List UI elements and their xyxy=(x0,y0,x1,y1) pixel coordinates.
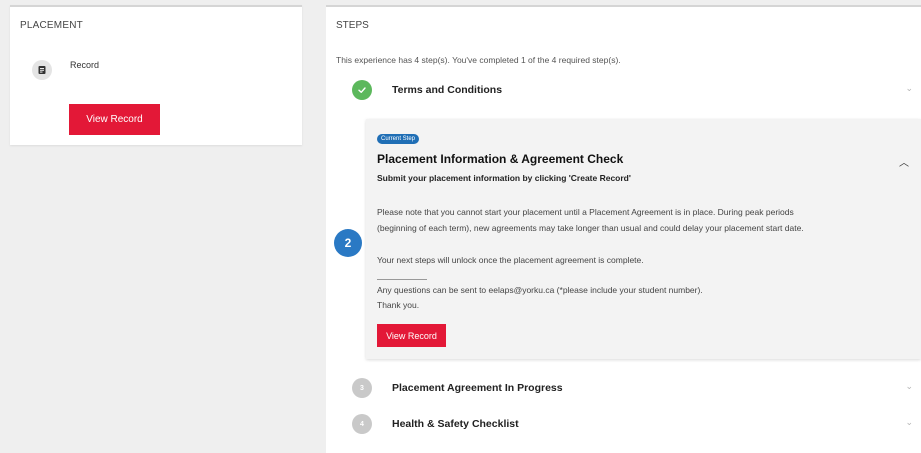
current-step-note-line2: (beginning of each term), new agreements… xyxy=(377,223,804,233)
chevron-up-icon[interactable]: ︿ xyxy=(899,154,909,169)
current-step-contact-note: Any questions can be sent to eelaps@york… xyxy=(377,285,703,295)
step-number: 3 xyxy=(352,378,372,398)
current-step-subtitle: Submit your placement information by cli… xyxy=(377,173,631,183)
current-step-badge: Current Step xyxy=(377,134,420,144)
current-step-view-record-button[interactable]: View Record xyxy=(377,324,446,347)
record-icon xyxy=(32,60,52,80)
view-record-button[interactable]: View Record xyxy=(69,104,160,135)
current-step-thanks: Thank you. xyxy=(377,300,420,310)
record-label: Record xyxy=(70,60,100,70)
current-step-card: Current Step Placement Information & Agr… xyxy=(366,119,921,359)
chevron-down-icon[interactable]: ⌄ xyxy=(905,83,913,94)
divider xyxy=(377,279,427,280)
step-terms-and-conditions[interactable]: Terms and Conditions ⌄ xyxy=(326,76,921,104)
placement-panel: PLACEMENT Record View Record xyxy=(10,5,302,145)
step-title: Placement Agreement In Progress xyxy=(392,382,563,394)
chevron-down-icon[interactable]: ⌄ xyxy=(905,381,913,392)
step-number-current: 2 xyxy=(334,229,362,257)
step-title: Terms and Conditions xyxy=(392,84,503,96)
step-health-safety[interactable]: 4 Health & Safety Checklist ⌄ xyxy=(326,410,921,438)
step-placement-agreement[interactable]: 3 Placement Agreement In Progress ⌄ xyxy=(326,374,921,402)
check-icon xyxy=(352,80,372,100)
current-step-unlock-note: Your next steps will unlock once the pla… xyxy=(377,255,644,265)
steps-panel: STEPS This experience has 4 step(s). You… xyxy=(326,5,921,453)
current-step-note-line1: Please note that you cannot start your p… xyxy=(377,207,794,217)
chevron-down-icon[interactable]: ⌄ xyxy=(905,417,913,428)
current-step-title: Placement Information & Agreement Check xyxy=(377,152,624,166)
placement-title: PLACEMENT xyxy=(20,20,83,31)
step-number: 4 xyxy=(352,414,372,434)
steps-intro: This experience has 4 step(s). You've co… xyxy=(336,55,621,65)
steps-title: STEPS xyxy=(336,20,369,31)
step-title: Health & Safety Checklist xyxy=(392,418,519,430)
